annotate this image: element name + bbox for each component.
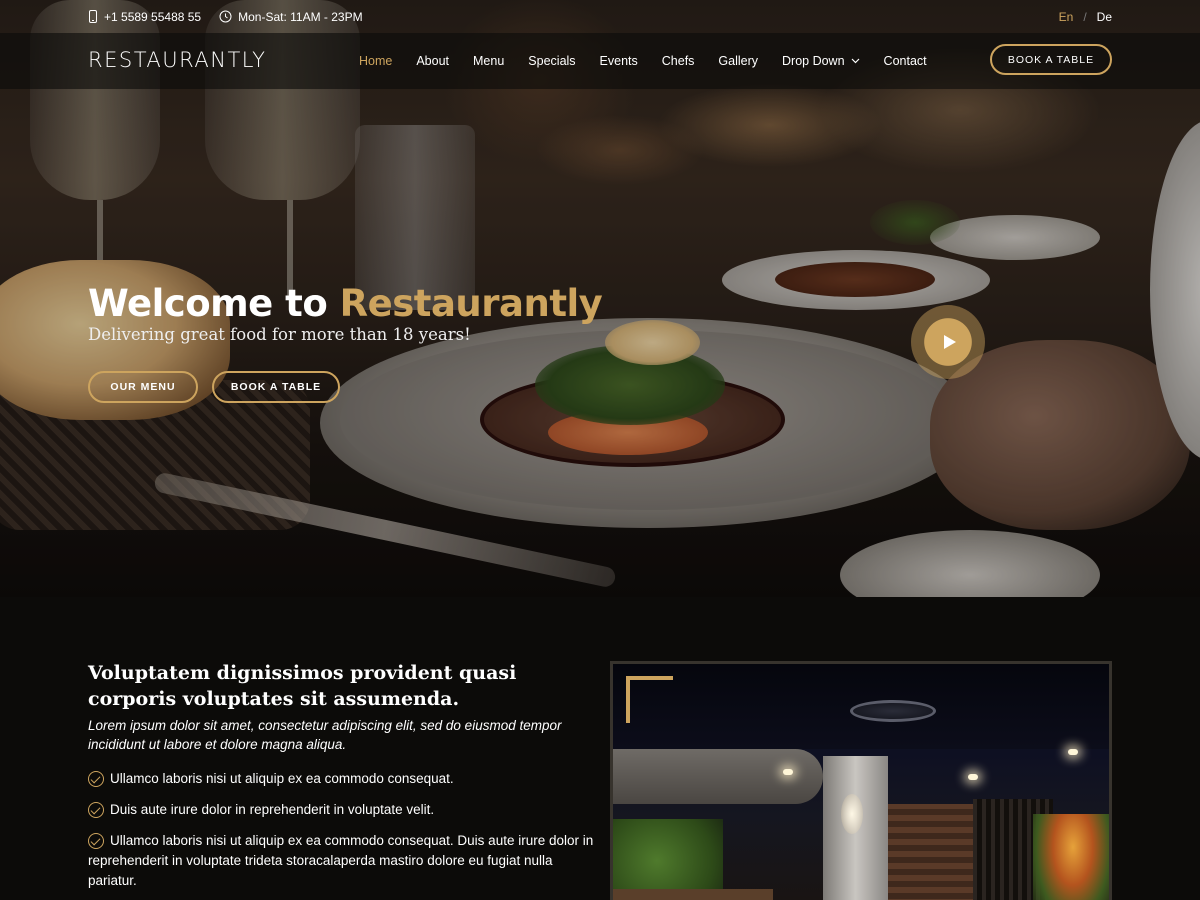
about-title: Voluptatem dignissimos provident quasi c… [88,662,517,710]
list-item-text: Ullamco laboris nisi ut aliquip ex ea co… [110,771,454,786]
about-image-detail [613,889,773,900]
about-image-detail [783,769,793,775]
nav-specials[interactable]: Specials [528,54,575,68]
nav-drop-down[interactable]: Drop Down [782,54,860,68]
opening-hours: Mon-Sat: 11AM - 23PM [219,10,363,24]
about-image-detail [613,819,723,900]
clock-icon [219,10,232,23]
language-switcher: En / De [1059,0,1112,33]
chevron-down-icon [851,58,859,64]
nav-events[interactable]: Events [600,54,638,68]
nav-drop-down-label: Drop Down [782,54,845,68]
main-nav: Home About Menu Specials Events Chefs Ga… [359,33,951,89]
main-header: RESTAURANTLY Home About Menu Specials Ev… [0,33,1200,89]
check-circle-icon [88,771,104,787]
lang-en[interactable]: En [1059,10,1074,24]
about-list: Ullamco laboris nisi ut aliquip ex ea co… [88,769,603,900]
about-section: Voluptatem dignissimos provident quasi c… [0,597,1200,900]
hero-title-accent: Restaurantly [339,282,603,325]
top-bar: +1 5589 55488 55 Mon-Sat: 11AM - 23PM En… [0,0,1200,33]
book-table-header-button[interactable]: BOOK A TABLE [990,44,1112,75]
phone-number: +1 5589 55488 55 [104,9,202,24]
lang-separator: / [1083,9,1087,24]
play-icon [944,335,956,349]
contact-phone: +1 5589 55488 55 [88,10,201,24]
nav-contact[interactable]: Contact [884,54,927,68]
hero-title-prefix: Welcome to [88,282,328,325]
site-logo[interactable]: RESTAURANTLY [88,48,267,72]
list-item: Ullamco laboris nisi ut aliquip ex ea co… [88,831,603,891]
lang-de[interactable]: De [1097,10,1112,24]
nav-chefs[interactable]: Chefs [662,54,695,68]
about-lead: Lorem ipsum dolor sit amet, consectetur … [88,718,562,752]
about-image-detail [841,794,863,834]
list-item: Ullamco laboris nisi ut aliquip ex ea co… [88,769,603,789]
about-image [610,661,1112,900]
about-image-corner [626,676,673,723]
about-image-detail [850,700,936,722]
list-item: Duis aute irure dolor in reprehenderit i… [88,800,603,820]
check-circle-icon [88,833,104,849]
check-circle-icon [88,802,104,818]
list-item-text: Ullamco laboris nisi ut aliquip ex ea co… [88,833,594,888]
hero-subtitle: Delivering great food for more than 18 y… [88,325,471,344]
our-menu-button[interactable]: OUR MENU [88,371,198,403]
book-table-hero-button[interactable]: BOOK A TABLE [212,371,340,403]
about-image-detail [968,774,978,780]
about-image-detail [888,804,973,900]
about-image-detail [613,749,823,804]
play-video-button[interactable] [911,305,985,379]
nav-home[interactable]: Home [359,54,392,68]
about-image-detail [1033,814,1109,900]
nav-gallery[interactable]: Gallery [718,54,758,68]
nav-about[interactable]: About [416,54,449,68]
hours-text: Mon-Sat: 11AM - 23PM [238,9,363,24]
phone-icon [89,10,97,23]
hero-title: Welcome to Restaurantly [88,282,603,325]
about-image-detail [1068,749,1078,755]
list-item-text: Duis aute irure dolor in reprehenderit i… [110,802,435,817]
nav-menu[interactable]: Menu [473,54,504,68]
